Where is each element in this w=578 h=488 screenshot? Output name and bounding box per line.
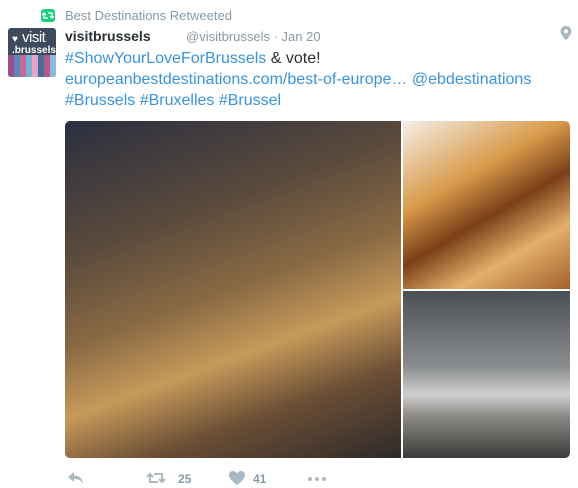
mention-link[interactable]: @ebdestinations — [412, 71, 531, 88]
photo-grand-place-aerial[interactable] — [65, 121, 401, 458]
photo-waffles[interactable] — [403, 121, 570, 289]
more-icon[interactable] — [308, 477, 326, 481]
retweeted-icon — [41, 9, 55, 22]
retweet-icon[interactable] — [146, 471, 166, 485]
avatar-text-visit: visit — [22, 29, 46, 46]
tweet-text: #ShowYourLoveForBrussels & vote! europea… — [65, 48, 570, 111]
tweet-line-1: #ShowYourLoveForBrussels & vote! — [65, 48, 570, 69]
tweet-line-2: europeanbestdestinations.com/best-of-eur… — [65, 69, 570, 90]
photo-grand-place-square[interactable] — [403, 291, 570, 458]
avatar[interactable]: ♥ visit .brussels — [8, 28, 56, 77]
retweet-context[interactable]: Best Destinations Retweeted — [65, 8, 232, 23]
media-grid — [65, 121, 570, 458]
url-link[interactable]: europeanbestdestinations.com/best-of-eur… — [65, 71, 407, 88]
retweet-count: 25 — [178, 472, 192, 486]
like-count: 41 — [253, 472, 267, 486]
reply-icon[interactable] — [68, 472, 84, 484]
hashtag-link[interactable]: #ShowYourLoveForBrussels — [65, 50, 266, 67]
tweet-line-3: #Brussels #Bruxelles #Brussel — [65, 90, 570, 111]
pin-icon[interactable] — [560, 26, 572, 40]
author-handle-and-time[interactable]: @visitbrussels · Jan 20 — [186, 29, 321, 44]
hashtags-link[interactable]: #Brussels #Bruxelles #Brussel — [65, 92, 281, 109]
tweet-vote-text: & vote! — [266, 50, 321, 67]
heart-icon[interactable] — [229, 471, 245, 485]
author-name[interactable]: visitbrussels — [65, 28, 151, 44]
avatar-color-bars — [8, 55, 56, 77]
avatar-heart: ♥ — [12, 34, 18, 45]
